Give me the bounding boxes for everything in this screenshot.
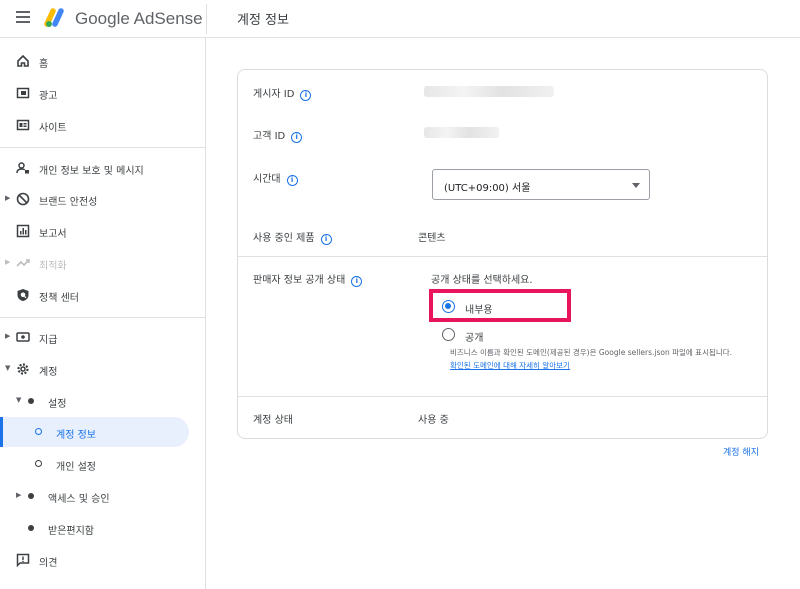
- ring-bullet-icon: [35, 460, 42, 467]
- sidebar-item-label: 설정: [48, 399, 67, 410]
- page-title: 계정 정보: [237, 13, 289, 28]
- sidebar-item-access-authorization[interactable]: ▶ 액세스 및 승인: [0, 481, 205, 511]
- sidebar-item-inbox[interactable]: 받은편지함: [0, 513, 205, 543]
- products-label: 사용 중인 제품 i: [253, 229, 332, 245]
- chevron-right-icon: ▶: [5, 258, 11, 266]
- sidebar-item-feedback[interactable]: 의견: [0, 545, 205, 575]
- sidebar-item-account[interactable]: ▼ 계정: [0, 354, 205, 384]
- sidebar-item-label: 액세스 및 승인: [48, 494, 110, 505]
- sidebar-item-home[interactable]: 홈: [0, 46, 205, 76]
- feedback-icon: [16, 553, 30, 567]
- sidebar-item-ads[interactable]: 광고: [0, 78, 205, 108]
- adsense-logo: [44, 8, 64, 27]
- account-info-card: 게시자 ID i 고객 ID i 시간대 i (UTC+09:00) 서울 사용 중인…: [237, 69, 768, 439]
- sidebar-item-sites[interactable]: 사이트: [0, 110, 205, 140]
- block-icon: [16, 192, 30, 206]
- sidebar-item-payments[interactable]: ▶ 지급: [0, 322, 205, 352]
- sidebar-item-label: 계정 정보: [56, 430, 96, 441]
- chevron-right-icon[interactable]: ▶: [5, 194, 10, 202]
- sidebar-item-label: 최적화: [39, 261, 67, 272]
- status-label: 계정 상태: [253, 415, 293, 426]
- policy-icon: [17, 289, 29, 301]
- info-icon[interactable]: i: [351, 276, 363, 287]
- sidebar-item-label: 개인 설정: [56, 462, 96, 473]
- timezone-select-value: (UTC+09:00) 서울: [444, 183, 531, 194]
- sidebar-item-label: 계정: [39, 367, 58, 378]
- sidebar-item-label: 정책 센터: [39, 293, 79, 304]
- sidebar-item-label: 홈: [39, 59, 49, 70]
- trending-icon: [16, 259, 30, 267]
- sidebar-item-brand-safety[interactable]: ▶ 브랜드 안전성: [0, 184, 205, 214]
- radio-public-label[interactable]: 공개: [465, 329, 483, 344]
- chevron-right-icon[interactable]: ▶: [5, 332, 10, 340]
- ads-icon: [16, 87, 30, 99]
- sidebar-item-label: 개인 정보 보호 및 메시지: [39, 166, 144, 177]
- sidebar-item-label: 지급: [39, 335, 58, 346]
- gear-icon: [17, 363, 29, 375]
- privacy-messaging-icon: [16, 162, 29, 174]
- bullet-icon: [28, 493, 34, 499]
- sidebar-item-label: 광고: [39, 91, 58, 102]
- public-description: 비즈니스 이름과 확인된 도메인(제공된 경우)은 Google sellers…: [450, 348, 733, 370]
- info-icon[interactable]: i: [300, 90, 312, 101]
- top-app-bar: Google AdSense 계정 정보: [0, 0, 800, 38]
- info-icon[interactable]: i: [286, 175, 298, 186]
- reports-icon: [16, 224, 30, 238]
- publisher-id-label: 게시자 ID i: [253, 85, 312, 101]
- menu-icon[interactable]: [16, 11, 30, 25]
- divider: [0, 317, 205, 318]
- sidebar-item-policy-center[interactable]: 정책 센터: [0, 280, 205, 310]
- sidebar-item-label: 의견: [39, 558, 58, 569]
- sidebar-item-optimization: ▶ 최적화: [0, 248, 205, 278]
- radio-internal-label[interactable]: 내부용: [465, 301, 493, 316]
- ring-bullet-icon: [35, 428, 42, 435]
- info-icon[interactable]: i: [291, 132, 303, 143]
- status-value: 사용 중: [418, 415, 449, 426]
- payments-icon: [16, 332, 30, 342]
- timezone-select[interactable]: (UTC+09:00) 서울: [432, 169, 650, 200]
- sidebar-item-settings[interactable]: ▼ 설정: [0, 386, 205, 416]
- sidebar-item-reports[interactable]: 보고서: [0, 216, 205, 246]
- chevron-down-icon[interactable]: ▼: [5, 364, 10, 372]
- sidebar: 홈 광고 사이트 개인 정보 보호 및 메시지 ▶ 브랜드 안전성 보고서 ▶ …: [0, 38, 206, 589]
- sites-icon: [16, 119, 30, 131]
- radio-internal[interactable]: [442, 300, 455, 313]
- radio-public[interactable]: [442, 328, 455, 341]
- sidebar-item-account-info[interactable]: 계정 정보: [0, 417, 189, 447]
- customer-id-value-redacted: [424, 127, 499, 138]
- bullet-icon: [28, 398, 34, 404]
- sidebar-item-label: 받은편지함: [48, 526, 94, 537]
- divider: [238, 396, 767, 397]
- active-indicator: [0, 417, 3, 447]
- products-value: 콘텐츠: [418, 233, 446, 244]
- visibility-prompt: 공개 상태를 선택하세요.: [431, 275, 533, 286]
- sidebar-item-privacy-messaging[interactable]: 개인 정보 보호 및 메시지: [0, 153, 205, 183]
- sidebar-item-label: 사이트: [39, 123, 67, 134]
- home-icon: [17, 54, 29, 67]
- chevron-down-icon[interactable]: ▼: [16, 396, 21, 404]
- brand-name: Google AdSense: [75, 9, 203, 28]
- bullet-icon: [28, 525, 34, 531]
- dropdown-arrow-icon: [632, 183, 640, 188]
- divider: [238, 256, 767, 257]
- timezone-label: 시간대 i: [253, 170, 298, 186]
- chevron-right-icon[interactable]: ▶: [16, 491, 21, 499]
- divider: [206, 4, 207, 34]
- customer-id-label: 고객 ID i: [253, 127, 303, 143]
- sidebar-item-label: 브랜드 안전성: [39, 197, 98, 208]
- close-account-link[interactable]: 계정 해지: [723, 445, 759, 458]
- divider: [0, 147, 205, 148]
- info-icon[interactable]: i: [320, 234, 332, 245]
- publisher-id-value-redacted: [424, 86, 554, 97]
- verified-domain-help-link[interactable]: 확인된 도메인에 대해 자세히 알아보기: [450, 361, 570, 370]
- sidebar-item-personal-settings[interactable]: 개인 설정: [0, 449, 205, 479]
- visibility-label: 판매자 정보 공개 상태 i: [253, 271, 363, 287]
- sidebar-item-label: 보고서: [39, 229, 67, 240]
